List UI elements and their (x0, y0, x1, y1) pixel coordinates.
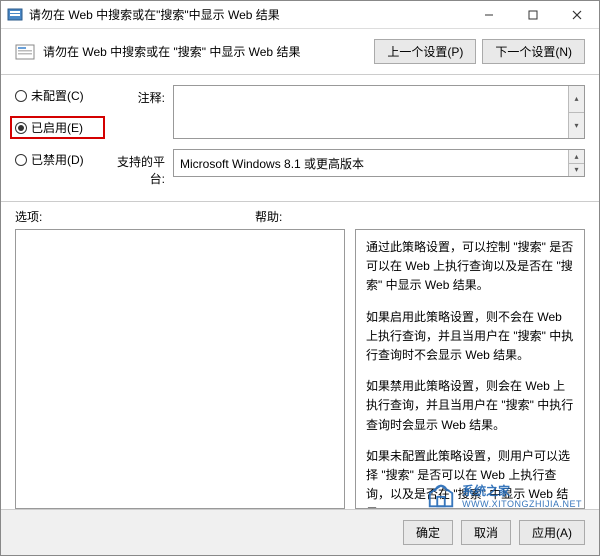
platform-field: Microsoft Windows 8.1 或更高版本 ▴ ▾ (173, 149, 585, 177)
window-icon (7, 7, 23, 23)
state-radio-group: 未配置(C) 已启用(E) 已禁用(D) (15, 85, 105, 168)
options-panel (15, 229, 345, 509)
scroll-up-icon[interactable]: ▴ (568, 150, 584, 163)
help-paragraph: 如果禁用此策略设置，则会在 Web 上执行查询，并且当用户在 "搜索" 中执行查… (366, 377, 574, 435)
radio-label: 已禁用(D) (31, 151, 84, 168)
radio-disabled[interactable]: 已禁用(D) (15, 151, 105, 168)
close-button[interactable] (555, 1, 599, 29)
radio-label: 已启用(E) (31, 119, 83, 136)
nav-buttons: 上一个设置(P) 下一个设置(N) (374, 39, 585, 64)
note-scroll: ▴ ▾ (568, 86, 584, 138)
titlebar: 请勿在 Web 中搜索或在"搜索"中显示 Web 结果 (1, 1, 599, 29)
help-paragraph: 通过此策略设置，可以控制 "搜索" 是否可以在 Web 上执行查询以及是否在 "… (366, 238, 574, 296)
gpo-dialog-window: 请勿在 Web 中搜索或在"搜索"中显示 Web 结果 请勿在 Web 中搜索或… (0, 0, 600, 556)
radio-icon (15, 90, 27, 102)
radio-icon (15, 154, 27, 166)
help-paragraph: 如果未配置此策略设置，则用户可以选择 "搜索" 是否可以在 Web 上执行查询，… (366, 447, 574, 509)
policy-icon (15, 42, 35, 62)
dialog-footer: 确定 取消 应用(A) (1, 509, 599, 555)
radio-enabled[interactable]: 已启用(E) (10, 116, 105, 139)
scroll-down-icon[interactable]: ▾ (568, 112, 584, 139)
radio-icon (15, 122, 27, 134)
config-area: 未配置(C) 已启用(E) 已禁用(D) 注释: ▴ (1, 75, 599, 202)
radio-label: 未配置(C) (31, 87, 84, 104)
apply-button[interactable]: 应用(A) (519, 520, 585, 545)
window-controls (467, 1, 599, 29)
radio-not-configured[interactable]: 未配置(C) (15, 87, 105, 104)
previous-setting-button[interactable]: 上一个设置(P) (374, 39, 476, 64)
scroll-up-icon[interactable]: ▴ (568, 86, 584, 112)
policy-title: 请勿在 Web 中搜索或在 "搜索" 中显示 Web 结果 (43, 43, 374, 60)
cancel-button[interactable]: 取消 (461, 520, 511, 545)
platform-label: 支持的平台: (105, 149, 165, 187)
platform-value: Microsoft Windows 8.1 或更高版本 (180, 157, 364, 171)
ok-button[interactable]: 确定 (403, 520, 453, 545)
help-label: 帮助: (255, 208, 282, 225)
note-textarea[interactable]: ▴ ▾ (173, 85, 585, 139)
maximize-button[interactable] (511, 1, 555, 29)
scroll-down-icon[interactable]: ▾ (568, 163, 584, 177)
help-paragraph: 如果启用此策略设置，则不会在 Web 上执行查询，并且当用户在 "搜索" 中执行… (366, 308, 574, 366)
options-label: 选项: (15, 208, 255, 225)
minimize-button[interactable] (467, 1, 511, 29)
help-panel: 通过此策略设置，可以控制 "搜索" 是否可以在 Web 上执行查询以及是否在 "… (355, 229, 585, 509)
header-row: 请勿在 Web 中搜索或在 "搜索" 中显示 Web 结果 上一个设置(P) 下… (1, 29, 599, 75)
lower-area: 选项: 帮助: 通过此策略设置，可以控制 "搜索" 是否可以在 Web 上执行查… (1, 202, 599, 509)
window-title: 请勿在 Web 中搜索或在"搜索"中显示 Web 结果 (29, 1, 467, 29)
note-label: 注释: (105, 85, 165, 106)
next-setting-button[interactable]: 下一个设置(N) (482, 39, 585, 64)
platform-scroll: ▴ ▾ (568, 150, 584, 176)
